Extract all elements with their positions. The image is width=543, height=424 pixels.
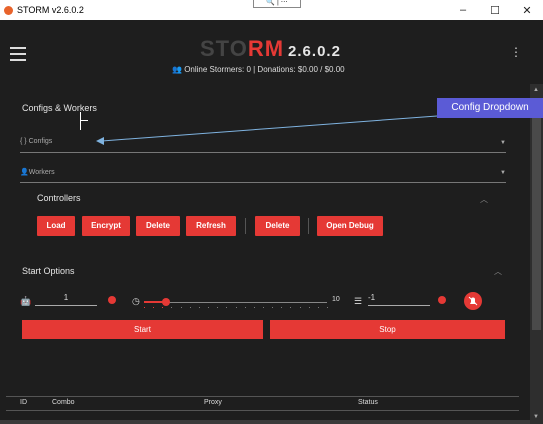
slider-tick: [327, 307, 328, 308]
column-proxy[interactable]: Proxy: [204, 399, 222, 406]
slider-tick: [199, 307, 200, 308]
slider-tick: [281, 307, 282, 308]
collapse-chevron-icon[interactable]: ︿: [494, 266, 502, 277]
threads-info-icon[interactable]: [108, 296, 116, 304]
threads-input[interactable]: 1: [35, 293, 97, 306]
encrypt-button[interactable]: Encrypt: [82, 216, 130, 236]
bell-off-icon: [468, 296, 478, 306]
slider-tick: [190, 307, 191, 308]
slider-tick: [236, 307, 237, 308]
slider-tick: [318, 307, 319, 308]
slider-tick: [226, 307, 227, 308]
open-debug-button[interactable]: Open Debug: [317, 216, 383, 236]
slider-tick: [245, 307, 246, 308]
slider-tick: [300, 307, 301, 308]
delete-config-button[interactable]: Delete: [136, 216, 180, 236]
collapse-chevron-icon[interactable]: ︿: [480, 194, 488, 205]
slider-tick: [208, 307, 209, 308]
controllers-title: Controllers: [37, 193, 81, 203]
retry-input[interactable]: -1: [368, 293, 430, 306]
mute-notifications-button[interactable]: [464, 292, 482, 310]
annotation-arrow: [96, 115, 438, 145]
slider-tick: [309, 307, 310, 308]
slider-tick: [272, 307, 273, 308]
slider-tick: [162, 307, 163, 308]
delete-worker-button[interactable]: Delete: [255, 216, 300, 236]
slider-tick: [290, 307, 291, 308]
slider-tick: [171, 307, 172, 308]
results-table-header: ID Combo Proxy Status: [6, 396, 519, 411]
slider-tick: [144, 307, 145, 308]
horizontal-scrollbar[interactable]: [0, 420, 530, 424]
slider-tick: [181, 307, 182, 308]
timeout-slider-track[interactable]: [144, 302, 327, 303]
slider-tick: [217, 307, 218, 308]
divider: [308, 218, 309, 234]
start-button[interactable]: Start: [22, 320, 263, 339]
slider-tick: [254, 307, 255, 308]
column-status[interactable]: Status: [358, 399, 378, 406]
slider-tick: [263, 307, 264, 308]
column-id[interactable]: ID: [20, 399, 27, 406]
start-options-title: Start Options: [22, 266, 75, 276]
slider-ticks: [144, 307, 328, 309]
config-dropdown-callout: Config Dropdown: [437, 98, 543, 118]
stop-button[interactable]: Stop: [270, 320, 505, 339]
load-button[interactable]: Load: [37, 216, 75, 236]
timer-icon: ◷: [132, 296, 140, 306]
retry-info-icon[interactable]: [438, 296, 446, 304]
column-combo[interactable]: Combo: [52, 399, 75, 406]
bot-icon: 🤖: [20, 296, 32, 306]
slider-max-label: 10: [332, 296, 340, 303]
timeout-slider-thumb[interactable]: [162, 298, 170, 306]
slider-tick: [153, 307, 154, 308]
refresh-button[interactable]: Refresh: [186, 216, 236, 236]
list-icon: ☰: [354, 296, 363, 306]
divider: [245, 218, 246, 234]
